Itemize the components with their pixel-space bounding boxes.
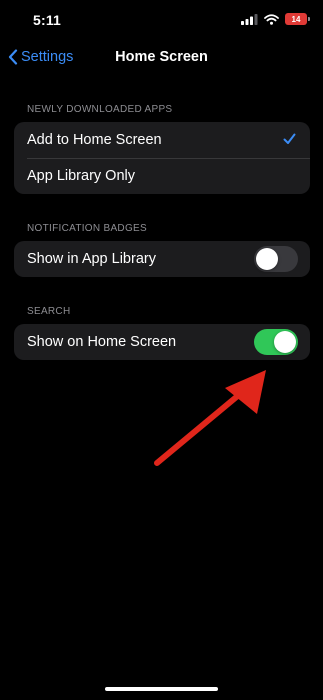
notification-badges-group: Show in App Library [14,241,310,277]
newly-downloaded-apps-group: Add to Home Screen App Library Only [14,122,310,194]
option-app-library-only[interactable]: App Library Only [14,158,310,194]
section-header-search: SEARCH [27,306,71,317]
section-header-notification-badges: NOTIFICATION BADGES [27,223,147,234]
option-add-to-home-screen[interactable]: Add to Home Screen [14,122,310,158]
option-label: App Library Only [27,168,135,184]
cellular-signal-icon [241,13,258,25]
home-indicator [105,687,218,691]
row-label: Show on Home Screen [27,334,177,350]
status-time: 5:11 [33,12,62,28]
show-in-app-library-row: Show in App Library [14,241,310,277]
battery-indicator: 14 [285,13,310,25]
navigation-bar: Settings Home Screen [0,40,323,76]
search-group: Show on Home Screen [14,324,310,360]
toggle-knob [274,331,296,353]
option-label: Add to Home Screen [27,132,162,148]
row-label: Show in App Library [27,251,156,267]
show-on-home-screen-row: Show on Home Screen [14,324,310,360]
show-in-app-library-toggle[interactable] [254,246,298,272]
section-header-newly-downloaded-apps: NEWLY DOWNLOADED APPS [27,104,173,115]
status-bar: 5:11 14 [0,0,323,40]
annotation-arrow [154,370,266,466]
show-on-home-screen-toggle[interactable] [254,329,298,355]
page-title: Home Screen [115,49,208,65]
battery-level: 14 [291,14,301,24]
wifi-icon [264,13,279,25]
toggle-knob [256,248,278,270]
checkmark-icon [283,133,296,144]
status-icons: 14 [241,13,310,25]
